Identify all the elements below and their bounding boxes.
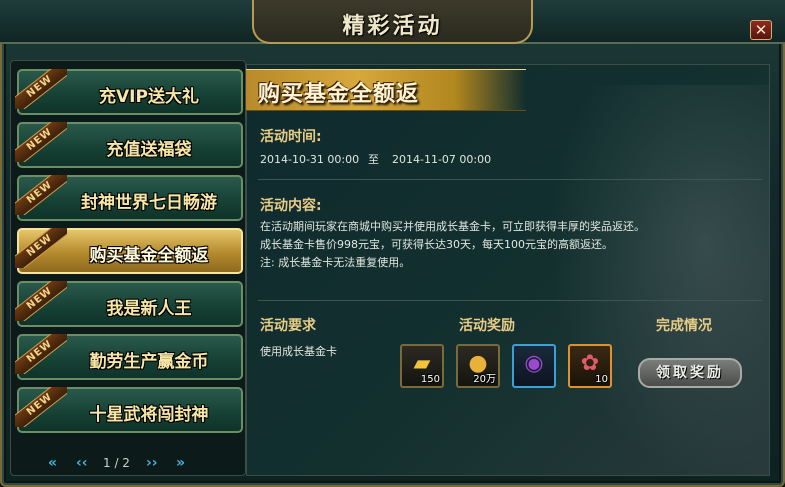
reward-slot[interactable]: ✿ 10 — [568, 344, 612, 388]
reward-quantity: 150 — [420, 374, 440, 385]
reward-quantity: 20万 — [473, 374, 496, 385]
activity-list: NEW 充VIP送大礼 NEW 充值送福袋 NEW 封神世界七日畅游 NEW 购… — [10, 60, 246, 476]
activity-tab-production[interactable]: NEW 勤劳生产赢金币 — [15, 334, 243, 380]
purple-orb-icon: ◉ — [524, 351, 544, 376]
time-end: 2014-11-07 00:00 — [392, 153, 492, 166]
close-button[interactable]: ✕ — [750, 20, 772, 40]
activity-tab-fund-refund[interactable]: NEW 购买基金全额返 — [15, 228, 243, 274]
requirement-text: 使用成长基金卡 — [260, 345, 337, 358]
activity-tab-recharge-bag[interactable]: NEW 充值送福袋 — [15, 122, 243, 168]
prev-page-icon[interactable]: ‹‹ — [76, 455, 88, 471]
time-separator: 至 — [368, 153, 379, 166]
reward-quantity: 10 — [595, 374, 608, 385]
activity-tab-ten-star[interactable]: NEW 十星武将闯封神 — [15, 387, 243, 433]
activity-tab-label: 充值送福袋 — [106, 140, 192, 160]
next-page-icon[interactable]: ›› — [146, 455, 158, 471]
last-page-icon[interactable]: » — [176, 455, 185, 471]
activity-tab-label: 充VIP送大礼 — [99, 87, 199, 107]
activity-tab-label: 购买基金全额返 — [89, 246, 209, 266]
status-header: 完成情况 — [656, 318, 712, 334]
time-start: 2014-10-31 00:00 — [260, 153, 360, 166]
reward-slot[interactable]: ▰ 150 — [400, 344, 444, 388]
activity-tab-label: 十星武将闯封神 — [89, 405, 209, 425]
activity-tab-label: 我是新人王 — [106, 299, 192, 319]
content-line: 成长基金卡售价998元宝，可获得长达30天，每天100元宝的高额返还。 — [260, 238, 613, 251]
content-line: 在活动期间玩家在商城中购买并使用成长基金卡，可立即获得丰厚的奖品返还。 — [260, 220, 645, 233]
divider — [258, 300, 762, 301]
activity-tab-label: 勤劳生产赢金币 — [89, 352, 209, 372]
pager: « ‹‹ 1 / 2 ›› » — [40, 455, 200, 473]
reward-header: 活动奖励 — [459, 318, 515, 334]
reward-slot[interactable]: ● 20万 — [456, 344, 500, 388]
content-line: 注: 成长基金卡无法重复使用。 — [260, 256, 411, 269]
time-label: 活动时间: — [260, 129, 322, 145]
activity-tab-seven-days[interactable]: NEW 封神世界七日畅游 — [15, 175, 243, 221]
background-art — [549, 85, 769, 475]
activity-tab-label: 封神世界七日畅游 — [81, 193, 217, 213]
reward-slot[interactable]: ◉ — [512, 344, 556, 388]
content-label: 活动内容: — [260, 198, 322, 214]
first-page-icon[interactable]: « — [48, 455, 57, 471]
activity-tab-newcomer[interactable]: NEW 我是新人王 — [15, 281, 243, 327]
requirement-header: 活动要求 — [260, 318, 316, 334]
activity-tab-vip-gift[interactable]: NEW 充VIP送大礼 — [15, 69, 243, 115]
window-title: 精彩活动 — [342, 14, 443, 39]
activity-title: 购买基金全额返 — [258, 82, 420, 107]
divider — [258, 179, 762, 180]
page-indicator: 1 / 2 — [103, 456, 130, 470]
claim-reward-button[interactable]: 领取奖励 — [638, 358, 742, 388]
